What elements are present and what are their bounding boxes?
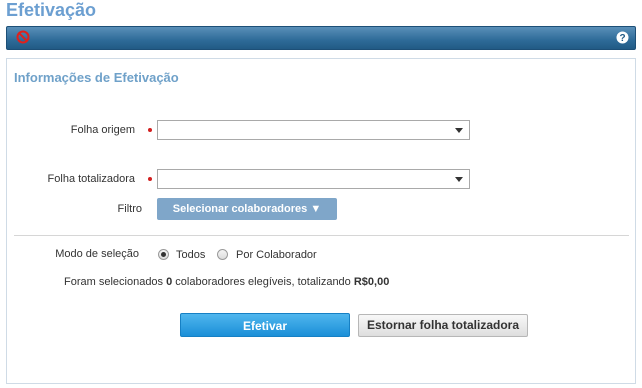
svg-text:?: ?	[619, 33, 625, 44]
panel-title: Informações de Efetivação	[14, 70, 179, 85]
divider	[14, 235, 629, 236]
required-indicator	[148, 177, 152, 181]
modo-selecao-label: Modo de seleção	[55, 248, 139, 260]
efetivar-button[interactable]: Efetivar	[180, 313, 350, 337]
folha-origem-select[interactable]	[157, 120, 470, 140]
required-indicator	[148, 128, 152, 132]
prohibited-icon[interactable]	[16, 30, 30, 44]
chevron-down-icon	[455, 177, 463, 182]
chevron-down-icon	[455, 128, 463, 133]
selected-total: R$0,00	[353, 276, 390, 288]
selection-summary: Foram selecionados 0 colaboradores elegí…	[64, 276, 390, 288]
radio-todos[interactable]	[158, 249, 169, 260]
estornar-folha-totalizadora-button[interactable]: Estornar folha totalizadora	[358, 314, 528, 337]
selecionar-colaboradores-button[interactable]: Selecionar colaboradores ▼	[157, 198, 337, 220]
radio-todos-label[interactable]: Todos	[176, 249, 205, 261]
filtro-label: Filtro	[117, 203, 142, 215]
toolbar: ?	[6, 26, 636, 50]
radio-por-colaborador[interactable]	[217, 249, 228, 260]
folha-totalizadora-label: Folha totalizadora	[47, 173, 135, 185]
page-title: Efetivação	[6, 0, 97, 20]
folha-totalizadora-select[interactable]	[157, 169, 470, 189]
help-icon[interactable]: ?	[616, 31, 629, 44]
folha-origem-label: Folha origem	[70, 124, 135, 136]
efetivacao-panel: Informações de Efetivação Folha origem F…	[6, 58, 636, 384]
radio-por-colaborador-label[interactable]: Por Colaborador	[236, 249, 317, 261]
